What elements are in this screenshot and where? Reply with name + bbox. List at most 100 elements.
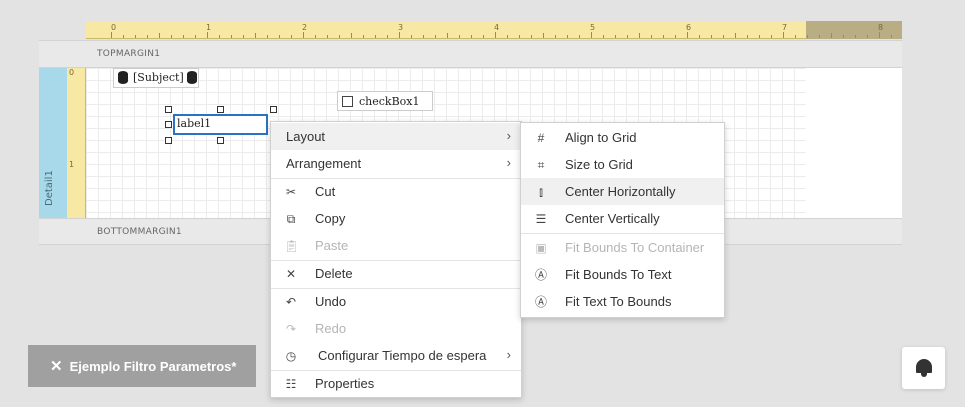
ruler-number: 5 (590, 23, 596, 32)
submenu-item-size-to-grid[interactable]: ⌗ Size to Grid (521, 151, 724, 178)
ruler-tick (627, 35, 628, 38)
fit-container-icon: ▣ (535, 241, 547, 255)
timer-icon: ◷ (285, 349, 297, 363)
submenu-item-align-to-grid[interactable]: # Align to Grid (521, 124, 724, 151)
menu-item-paste[interactable]: 📋︎ Paste (271, 232, 521, 259)
ruler-tick (507, 35, 508, 38)
menu-item-configurar-tiempo[interactable]: ◷ Configurar Tiempo de espera › (271, 342, 521, 369)
submenu-item-label: Align to Grid (565, 130, 637, 145)
ruler-tick (855, 35, 856, 38)
checkbox-label: checkBox1 (359, 95, 420, 108)
menu-item-arrangement[interactable]: Arrangement › (271, 150, 521, 177)
ruler-tick (375, 35, 376, 38)
submenu-item-center-horizontally[interactable]: ⫾ Center Horizontally (521, 178, 724, 205)
resize-handle[interactable] (165, 106, 172, 113)
menu-item-label: Arrangement (286, 156, 362, 171)
scissors-icon: ✂ (285, 185, 297, 199)
checkbox-element[interactable]: checkBox1 (337, 91, 433, 111)
ruler-number: 7 (782, 23, 788, 32)
resize-handle[interactable] (217, 106, 224, 113)
resize-handle[interactable] (270, 106, 277, 113)
ruler-tick (771, 35, 772, 38)
ruler-tick (891, 35, 892, 38)
ruler-tick (795, 35, 796, 38)
submenu-item-fit-bounds-to-text[interactable]: Ⓐ Fit Bounds To Text (521, 261, 724, 288)
ruler-tick (651, 35, 652, 38)
ruler-tick (567, 35, 568, 38)
resize-handle[interactable] (165, 121, 172, 128)
ruler-number: 0 (111, 23, 117, 32)
redo-icon: ↷ (285, 322, 297, 336)
ruler-tick (459, 35, 460, 38)
ruler-tick (159, 33, 160, 38)
menu-item-label: Redo (315, 321, 347, 336)
submenu-item-fit-bounds-to-container[interactable]: ▣ Fit Bounds To Container (521, 234, 724, 261)
menu-item-delete[interactable]: ✕ Delete (271, 260, 521, 287)
ruler-tick (135, 35, 136, 38)
fit-bounds-icon: Ⓐ (534, 295, 547, 309)
report-tab-button[interactable]: ✕ Ejemplo Filtro Parametros* (28, 345, 256, 387)
resize-handle[interactable] (217, 137, 224, 144)
ruler-number: 8 (878, 23, 884, 32)
top-margin-band[interactable]: TOPMARGIN1 (39, 40, 902, 68)
ruler-tick (555, 35, 556, 38)
checkbox-icon (342, 96, 353, 107)
ruler-tick (543, 33, 544, 38)
menu-item-label: Configurar Tiempo de espera (318, 348, 487, 363)
ruler-tick (255, 33, 256, 38)
ruler-tick (471, 35, 472, 38)
ruler-tick (495, 32, 496, 38)
ruler-tick (747, 35, 748, 38)
menu-item-label: Undo (315, 294, 347, 309)
report-tab-label: Ejemplo Filtro Parametros* (69, 358, 237, 374)
submenu-item-label: Fit Bounds To Text (565, 267, 672, 282)
resize-handle[interactable] (165, 137, 172, 144)
context-menu: Layout › Arrangement › ✂ Cut ⧉ Copy 📋︎ P… (270, 121, 522, 398)
center-vertical-icon: ☰ (535, 212, 547, 226)
ruler-tick (315, 35, 316, 38)
menu-item-properties[interactable]: ☷ Properties (271, 370, 521, 397)
ruler-tick (723, 35, 724, 38)
ruler-tick (639, 33, 640, 38)
submenu-item-center-vertically[interactable]: ☰ Center Vertically (521, 205, 724, 232)
ruler-tick (519, 35, 520, 38)
menu-item-label: Cut (315, 184, 336, 199)
center-horizontal-icon: ⫾ (539, 185, 543, 199)
detail-band-tag[interactable]: Detail1 (39, 68, 67, 218)
ruler-tick (483, 35, 484, 38)
menu-item-redo[interactable]: ↷ Redo (271, 315, 521, 342)
ruler-tick (231, 35, 232, 38)
ruler-tick (207, 32, 208, 38)
ruler-number: 4 (494, 23, 500, 32)
ruler-tick (267, 35, 268, 38)
menu-item-copy[interactable]: ⧉ Copy (271, 205, 521, 232)
ruler-number: 0 (69, 68, 75, 77)
ruler-tick (675, 35, 676, 38)
ruler-tick (579, 35, 580, 38)
ruler-tick (111, 32, 112, 38)
detail-band-label: Detail1 (44, 170, 55, 206)
close-icon[interactable]: ✕ (50, 357, 63, 375)
ruler-number: 2 (302, 23, 308, 32)
size-grid-icon: ⌗ (537, 158, 545, 172)
ruler-tick (531, 35, 532, 38)
subject-field[interactable]: [Subject] (113, 68, 199, 88)
menu-item-cut[interactable]: ✂ Cut (271, 178, 521, 205)
label-element-selected[interactable]: label1 (173, 114, 268, 135)
label-element-text: label1 (177, 117, 212, 130)
database-icon (187, 71, 197, 84)
menu-item-label: Delete (315, 266, 353, 281)
chevron-right-icon: › (506, 155, 511, 170)
ruler-tick (687, 32, 688, 38)
chevron-right-icon: › (506, 128, 511, 143)
menu-item-undo[interactable]: ↶ Undo (271, 288, 521, 315)
notifications-button[interactable] (902, 347, 945, 389)
ruler-tick (123, 35, 124, 38)
ruler-number: 3 (398, 23, 404, 32)
submenu-item-fit-text-to-bounds[interactable]: Ⓐ Fit Text To Bounds (521, 288, 724, 315)
ruler-tick (351, 33, 352, 38)
menu-item-label: Layout (286, 129, 326, 144)
ruler-tick (171, 35, 172, 38)
menu-item-layout[interactable]: Layout › (271, 123, 521, 150)
ruler-number: 1 (69, 160, 75, 169)
